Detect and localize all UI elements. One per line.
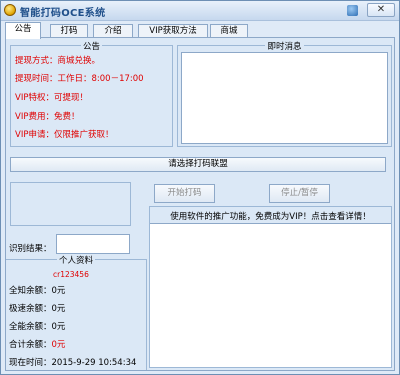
promo-panel: 使用软件的推广功能，免费成为VIP！点击查看详情！ (149, 206, 392, 368)
tab-intro[interactable]: 介绍 (93, 24, 133, 38)
tab-captcha[interactable]: 打码 (50, 24, 88, 38)
recognition-result-input[interactable] (56, 234, 130, 254)
close-button[interactable]: ✕ (367, 3, 395, 17)
captcha-image-box (10, 182, 131, 226)
profile-title: 个人资料 (56, 256, 95, 266)
notice-line-vip-fee: VIP费用：免费！ (15, 112, 80, 122)
stop-pause-button[interactable]: 停止/暂停 (269, 184, 330, 203)
tab-content: 公告 提现方式：商城兑换。 提现时间：工作日：8:00－17:00 VIP特权：… (5, 37, 395, 371)
notice-line-withdraw-method: 提现方式：商城兑换。 (15, 56, 101, 66)
balance-row-all: 全知余额：0元 (9, 286, 66, 296)
tab-mall[interactable]: 商城 (210, 24, 248, 38)
profile-username: cr123456 (53, 270, 89, 279)
notice-group: 公告 提现方式：商城兑换。 提现时间：工作日：8:00－17:00 VIP特权：… (10, 42, 173, 147)
instant-messages-group: 即时消息 (177, 42, 392, 147)
notice-line-vip-apply: VIP申请：仅限推广获取！ (15, 130, 114, 140)
start-captcha-button[interactable]: 开始打码 (154, 184, 215, 203)
title-bar[interactable]: 智能打码OCE系统 ✕ (1, 1, 399, 21)
balance-row-fast: 极速余额：0元 (9, 304, 66, 314)
instant-messages-title: 即时消息 (265, 42, 304, 52)
tab-notice[interactable]: 公告 (5, 22, 41, 39)
pin-icon[interactable] (347, 5, 358, 16)
balance-row-total: 合计余额：0元 (9, 340, 66, 350)
select-alliance-button[interactable]: 请选择打码联盟 (10, 157, 386, 172)
instant-messages-box[interactable] (181, 52, 388, 144)
balance-row-full: 全能余额：0元 (9, 322, 66, 332)
notice-line-withdraw-time: 提现时间：工作日：8:00－17:00 (15, 74, 144, 84)
promo-content-box[interactable] (150, 223, 391, 367)
app-window: 智能打码OCE系统 ✕ 公告 打码 介绍 VIP获取方法 商城 公告 提现方式：… (0, 0, 400, 375)
tab-vip-method[interactable]: VIP获取方法 (138, 24, 208, 38)
window-title: 智能打码OCE系统 (20, 8, 106, 19)
recognition-result-label: 识别结果： (9, 244, 52, 254)
profile-group: 个人资料 cr123456 全知余额：0元 极速余额：0元 全能余额：0元 合计… (6, 256, 147, 370)
current-time: 现在时间：2015-9-29 10:54:34 (9, 358, 137, 368)
notice-line-vip-privilege: VIP特权：可提现！ (15, 93, 88, 103)
notice-title: 公告 (80, 42, 102, 52)
promo-text[interactable]: 使用软件的推广功能，免费成为VIP！点击查看详情！ (150, 210, 391, 222)
app-logo-icon (4, 4, 16, 16)
